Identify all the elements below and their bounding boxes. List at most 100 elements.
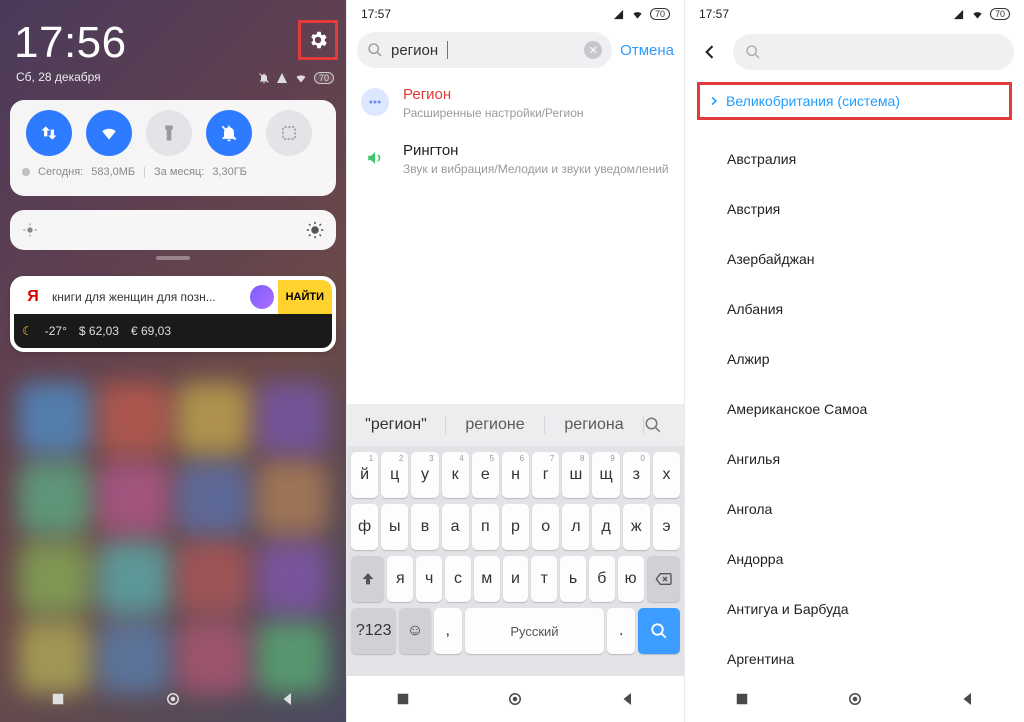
key-letter[interactable]: ь	[560, 556, 586, 602]
nav-home-icon[interactable]	[506, 690, 524, 708]
dot-icon	[22, 168, 30, 176]
key-letter[interactable]: ц2	[381, 452, 408, 498]
search-value: регион	[391, 42, 438, 59]
key-letter[interactable]: э	[653, 504, 680, 550]
battery-indicator: 70	[650, 8, 670, 20]
region-item[interactable]: Австралия	[685, 134, 1024, 184]
key-comma[interactable]: ,	[434, 608, 462, 654]
panel-lockscreen: 17:56 Сб, 28 декабря 70 Сегодня: 583,0МБ…	[0, 0, 346, 722]
key-letter[interactable]: р	[502, 504, 529, 550]
qs-mobile-data-toggle[interactable]	[26, 110, 72, 156]
nav-back-icon[interactable]	[279, 690, 297, 708]
sound-icon	[361, 144, 389, 172]
region-search-input[interactable]	[733, 34, 1014, 70]
clear-button[interactable]: ✕	[584, 41, 602, 59]
nav-recents-icon[interactable]	[733, 690, 751, 708]
region-item[interactable]: Азербайджан	[685, 234, 1024, 284]
nav-recents-icon[interactable]	[49, 690, 67, 708]
key-letter[interactable]: и	[503, 556, 529, 602]
key-emoji[interactable]: ☺	[399, 608, 430, 654]
data-today-label: Сегодня:	[38, 166, 83, 178]
key-symbols[interactable]: ?123	[351, 608, 396, 654]
panel-region-list: 17:57 70 Великобритания (система) Австра…	[684, 0, 1024, 722]
nav-back-icon[interactable]	[959, 690, 977, 708]
search-input[interactable]: регион ✕	[357, 32, 612, 68]
suggestion[interactable]: региона	[545, 416, 644, 434]
suggestion[interactable]: регионе	[446, 416, 545, 434]
key-letter[interactable]: д	[592, 504, 619, 550]
qs-screenshot-toggle[interactable]	[266, 110, 312, 156]
android-navbar	[0, 676, 346, 722]
region-item[interactable]: Американское Самоа	[685, 384, 1024, 434]
qs-wifi-toggle[interactable]	[86, 110, 132, 156]
key-space[interactable]: Русский	[465, 608, 605, 654]
key-letter[interactable]: г7	[532, 452, 559, 498]
key-letter[interactable]: й1	[351, 452, 378, 498]
region-list[interactable]: АвстралияАвстрияАзербайджанАлбанияАлжирА…	[685, 134, 1024, 674]
key-letter[interactable]: п	[472, 504, 499, 550]
yandex-find-button[interactable]: НАЙТИ	[278, 280, 332, 314]
qs-dnd-toggle[interactable]	[206, 110, 252, 156]
chevron-right-icon	[708, 95, 720, 107]
key-letter[interactable]: у3	[411, 452, 438, 498]
key-letter[interactable]: а	[442, 504, 469, 550]
search-result-ringtone[interactable]: Рингтон Звук и вибрация/Мелодии и звуки …	[361, 142, 670, 177]
key-letter[interactable]: х	[653, 452, 680, 498]
nav-home-icon[interactable]	[164, 690, 182, 708]
cancel-button[interactable]: Отмена	[620, 42, 674, 59]
key-letter[interactable]: ж	[623, 504, 650, 550]
key-letter[interactable]: ч	[416, 556, 442, 602]
suggestion[interactable]: "регион"	[347, 416, 446, 434]
brightness-slider[interactable]	[10, 210, 336, 250]
key-letter[interactable]: ю	[618, 556, 644, 602]
statusbar: 17:57 70	[685, 0, 1024, 28]
key-letter[interactable]: я	[387, 556, 413, 602]
key-letter[interactable]: с	[445, 556, 471, 602]
region-item[interactable]: Аргентина	[685, 634, 1024, 674]
yandex-widget[interactable]: Я книги для женщин для позн... НАЙТИ ☾ -…	[10, 276, 336, 352]
status-time: 17:57	[361, 7, 391, 21]
back-button[interactable]	[695, 37, 725, 67]
selected-region-highlight[interactable]: Великобритания (система)	[697, 82, 1012, 120]
key-letter[interactable]: л	[562, 504, 589, 550]
search-icon	[367, 42, 383, 58]
key-backspace[interactable]	[647, 556, 681, 602]
region-item[interactable]: Андорра	[685, 534, 1024, 584]
key-letter[interactable]: м	[474, 556, 500, 602]
region-item[interactable]: Ангола	[685, 484, 1024, 534]
key-letter[interactable]: т	[531, 556, 557, 602]
search-icon	[745, 44, 761, 60]
key-period[interactable]: .	[607, 608, 635, 654]
key-letter[interactable]: ы	[381, 504, 408, 550]
nav-home-icon[interactable]	[846, 690, 864, 708]
alice-icon[interactable]	[250, 285, 274, 309]
region-item[interactable]: Австрия	[685, 184, 1024, 234]
key-letter[interactable]: о	[532, 504, 559, 550]
region-item[interactable]: Албания	[685, 284, 1024, 334]
key-letter[interactable]: в	[411, 504, 438, 550]
key-shift[interactable]	[351, 556, 385, 602]
key-letter[interactable]: ф	[351, 504, 378, 550]
key-letter[interactable]: е5	[472, 452, 499, 498]
search-result-region[interactable]: Регион Расширенные настройки/Регион	[361, 86, 670, 121]
key-search[interactable]	[638, 608, 680, 654]
signal-icon	[612, 9, 625, 20]
settings-button-highlight[interactable]	[298, 20, 338, 60]
suggestion-search-icon[interactable]	[644, 416, 684, 434]
key-letter[interactable]: з0	[623, 452, 650, 498]
region-item[interactable]: Алжир	[685, 334, 1024, 384]
key-letter[interactable]: н6	[502, 452, 529, 498]
region-item[interactable]: Антигуа и Барбуда	[685, 584, 1024, 634]
panel-settings-search: 17:57 70 регион ✕ Отмена Регион Расширен…	[346, 0, 684, 722]
key-letter[interactable]: к4	[442, 452, 469, 498]
nav-back-icon[interactable]	[619, 690, 637, 708]
qs-flashlight-toggle[interactable]	[146, 110, 192, 156]
key-letter[interactable]: ш8	[562, 452, 589, 498]
key-letter[interactable]: б	[589, 556, 615, 602]
scissors-icon	[280, 124, 298, 142]
key-letter[interactable]: щ9	[592, 452, 619, 498]
soft-keyboard: й1ц2у3к4е5н6г7ш8щ9з0х фывапролджэ ячсмит…	[347, 446, 684, 676]
nav-recents-icon[interactable]	[394, 690, 412, 708]
region-item[interactable]: Ангилья	[685, 434, 1024, 484]
drag-handle[interactable]	[156, 256, 190, 260]
